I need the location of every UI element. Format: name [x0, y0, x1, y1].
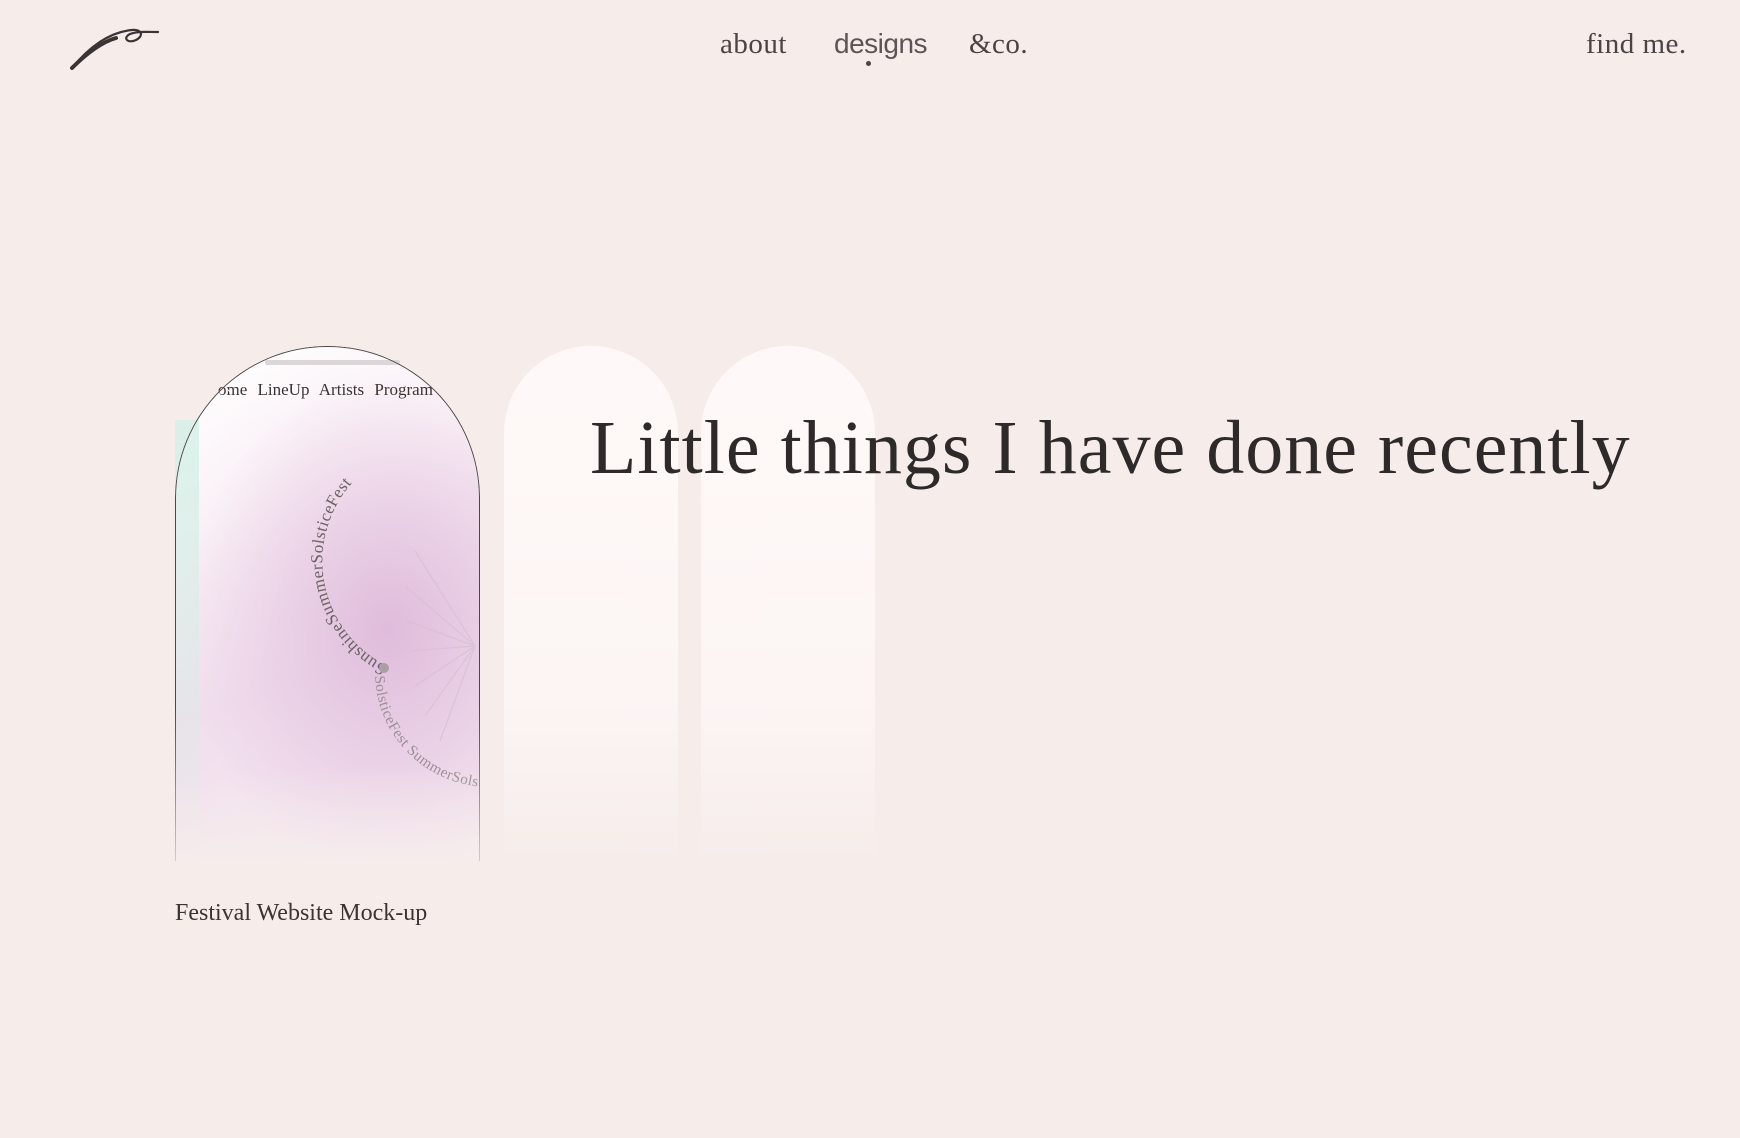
mock-nav-item: ome — [218, 380, 248, 399]
page-title: Little things I have done recently — [590, 406, 1631, 490]
mock-nav-item: LineUp — [257, 380, 310, 399]
nav-designs[interactable]: designs — [834, 28, 928, 60]
project-card-festival[interactable] — [175, 346, 480, 861]
mock-site-nav: ome LineUp Artists Program — [218, 380, 448, 400]
project-caption[interactable]: Festival Website Mock-up — [175, 900, 427, 927]
nav-about[interactable]: about — [720, 28, 787, 61]
mock-nav-item: Artists — [318, 380, 365, 399]
nav-co[interactable]: &co. — [969, 28, 1028, 61]
nav-find-me[interactable]: find me. — [1586, 28, 1687, 61]
page: about designs &co. find me. Little thing… — [0, 0, 1740, 1138]
active-nav-indicator — [866, 61, 871, 66]
mock-nav-item: Program — [374, 380, 433, 399]
